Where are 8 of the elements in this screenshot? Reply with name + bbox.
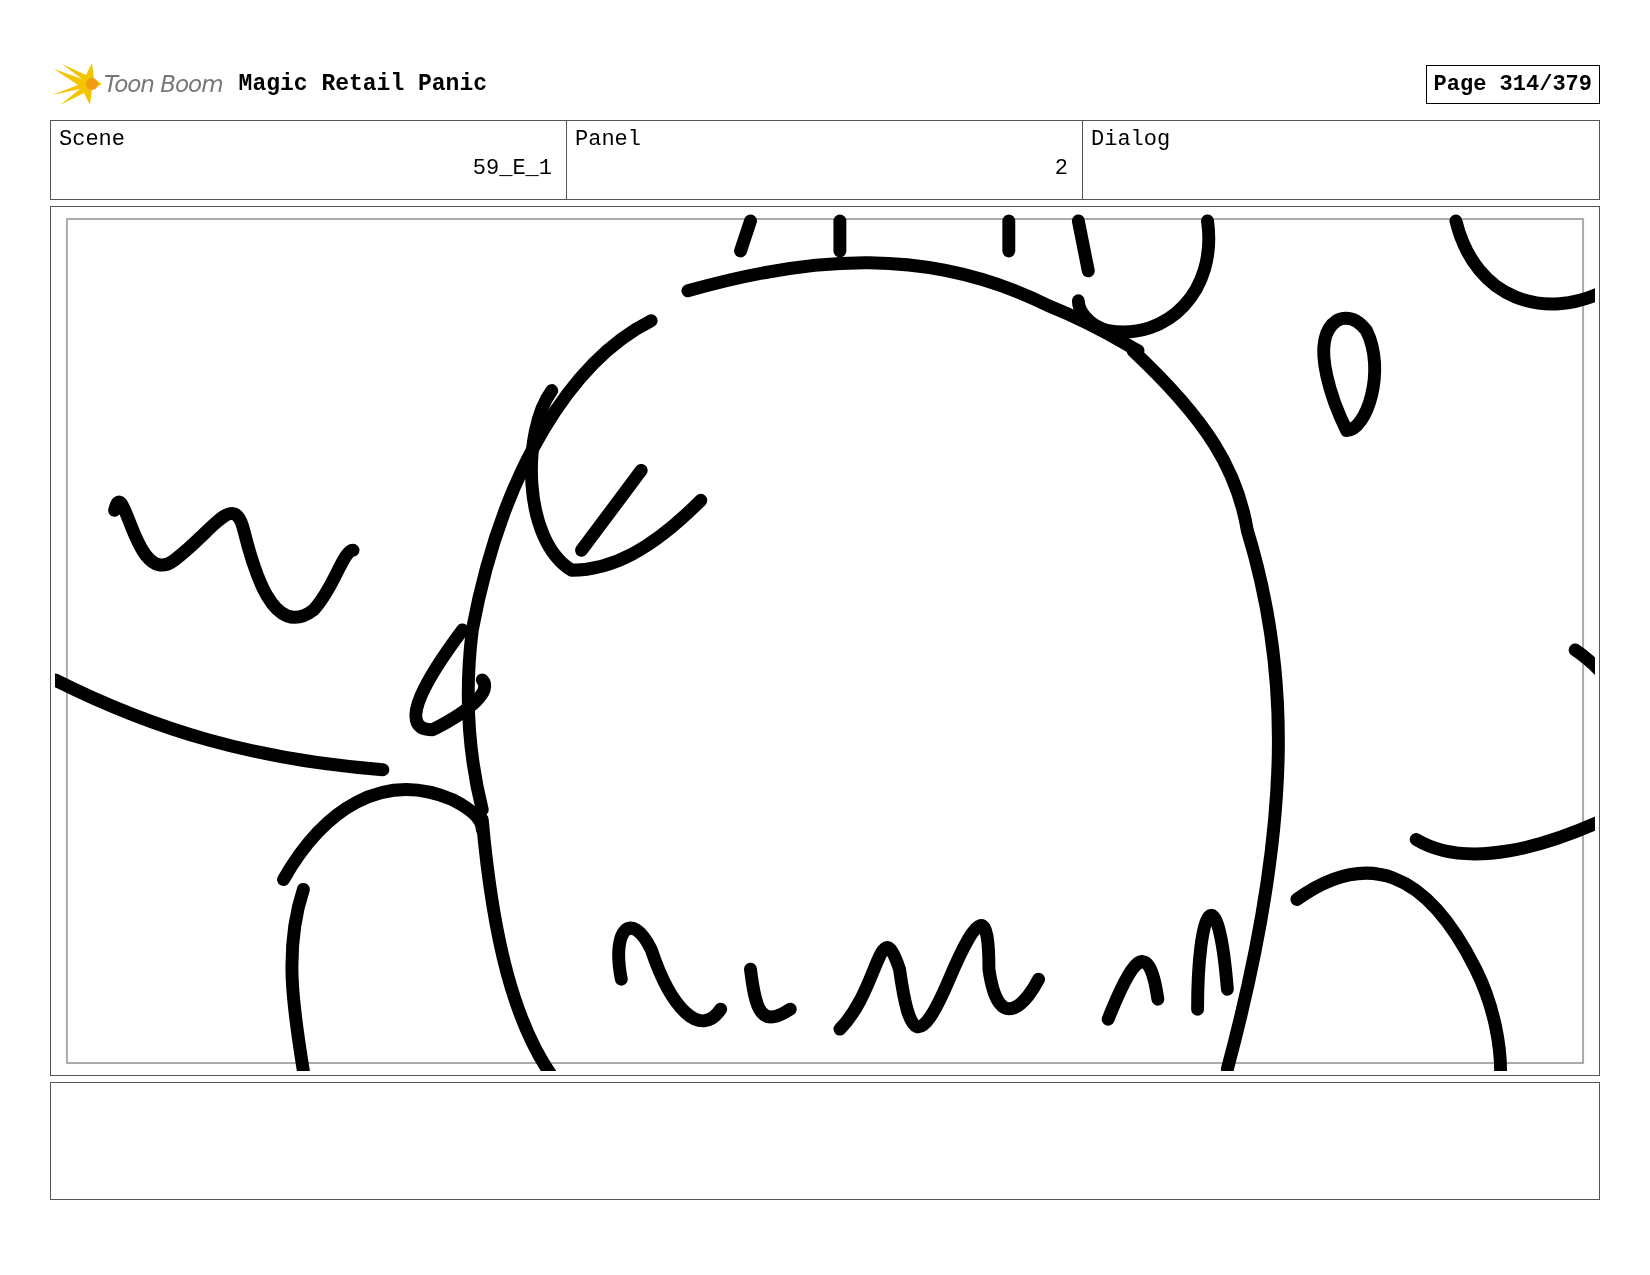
field-label: Scene	[59, 127, 126, 152]
field-value: 59_E_1	[472, 156, 552, 181]
project-title: Magic Retail Panic	[238, 71, 488, 97]
logo-text: Toon Boom	[104, 71, 223, 97]
field-label: Dialog	[1091, 127, 1172, 152]
field-label: Panel	[575, 127, 642, 152]
field-value: 2	[1054, 156, 1068, 181]
page-number: Page 314/379	[1425, 64, 1600, 104]
